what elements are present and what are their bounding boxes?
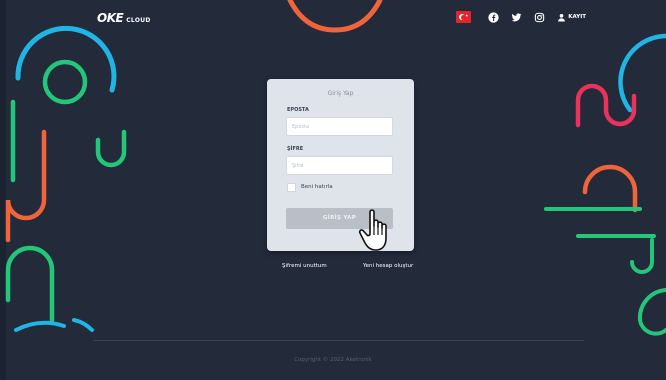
email-field[interactable] xyxy=(286,117,393,136)
brand-logo[interactable]: OKE CLOUD xyxy=(97,11,151,25)
deco-arc-left-green-lower xyxy=(5,245,55,323)
deco-arc-bottom-blue-2 xyxy=(72,318,94,332)
deco-arc-right-green-lower xyxy=(630,238,654,274)
create-account-link[interactable]: Yeni hesap oluştur xyxy=(363,263,413,269)
logo-subtitle: CLOUD xyxy=(126,17,151,24)
remember-me-checkbox[interactable] xyxy=(287,183,296,192)
login-title: Giriş Yap xyxy=(327,90,354,97)
top-navigation-bar: OKE CLOUD KAYIT xyxy=(0,0,666,34)
deco-arc-bottom-blue xyxy=(14,320,66,332)
deco-arc-right-green-bottom xyxy=(637,288,666,336)
user-icon xyxy=(558,13,566,21)
signup-label: KAYIT xyxy=(568,14,586,20)
email-label: EPOSTA xyxy=(287,107,309,113)
hand-pointer-cursor-icon xyxy=(358,209,387,251)
turkey-flag-icon[interactable] xyxy=(456,11,472,23)
deco-arc-right-orange xyxy=(582,164,638,213)
deco-arc-left-blue xyxy=(15,25,117,93)
facebook-icon[interactable] xyxy=(488,11,499,23)
remember-me-label: Beni hatırla xyxy=(301,184,333,190)
footer-divider xyxy=(94,340,584,341)
signup-link[interactable]: KAYIT xyxy=(557,13,586,22)
forgot-password-link[interactable]: Şifremi unuttum xyxy=(282,263,327,269)
password-label: ŞİFRE xyxy=(287,146,304,152)
header-actions: KAYIT xyxy=(456,11,586,23)
logo-mark: OKE xyxy=(97,11,124,25)
deco-u-left-green xyxy=(95,129,127,168)
password-field[interactable] xyxy=(286,156,393,175)
copyright-text: Copyright © 2022 Aketronik xyxy=(294,357,372,363)
deco-circle-left-green xyxy=(42,59,88,105)
deco-arc-right-blue xyxy=(618,33,666,113)
twitter-icon[interactable] xyxy=(511,12,522,23)
instagram-icon[interactable] xyxy=(534,12,545,23)
